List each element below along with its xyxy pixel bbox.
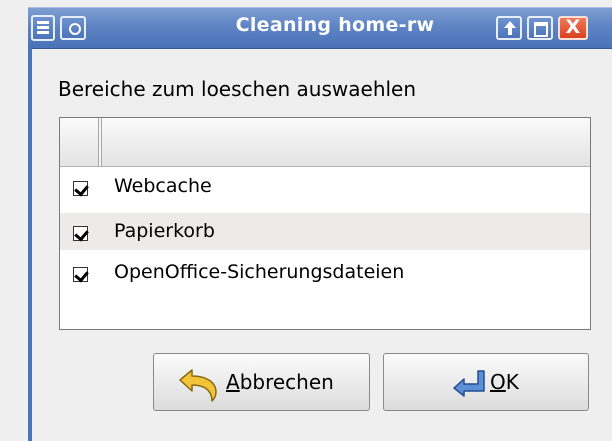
maximize-button[interactable] <box>527 16 553 40</box>
item-checkbox[interactable] <box>73 267 88 282</box>
item-label: Webcache <box>114 175 212 197</box>
title-bar[interactable]: Cleaning home-rw X <box>28 7 612 49</box>
cancel-button[interactable]: Abbrechen <box>153 353 370 411</box>
prompt-label: Bereiche zum loeschen auswaehlen <box>58 77 417 101</box>
window-title: Cleaning home-rw <box>235 14 435 36</box>
list-item[interactable]: Papierkorb <box>60 213 590 250</box>
list-header <box>60 118 590 167</box>
area-list[interactable]: Webcache Papierkorb OpenOffice-Sicherung… <box>59 117 591 330</box>
list-item[interactable]: Webcache <box>60 168 590 205</box>
maximize-icon <box>534 22 548 37</box>
item-checkbox[interactable] <box>73 226 88 241</box>
window-frame-edge <box>28 47 32 441</box>
item-label: Papierkorb <box>114 220 215 242</box>
raise-button[interactable] <box>496 16 522 40</box>
close-icon: X <box>565 16 581 38</box>
ok-label: OK <box>490 370 519 394</box>
list-item[interactable]: OpenOffice-Sicherungsdateien <box>60 254 590 291</box>
close-button[interactable]: X <box>558 16 588 40</box>
ok-button[interactable]: OK <box>383 353 589 411</box>
dialog-window: Cleaning home-rw X Bereiche zum loeschen… <box>0 0 612 441</box>
item-checkbox[interactable] <box>73 181 88 196</box>
undo-arrow-icon <box>174 366 222 407</box>
header-column-separator[interactable] <box>98 118 102 166</box>
cancel-label: Abbrechen <box>226 370 334 394</box>
return-arrow-icon <box>452 368 488 403</box>
item-label: OpenOffice-Sicherungsdateien <box>114 261 405 283</box>
